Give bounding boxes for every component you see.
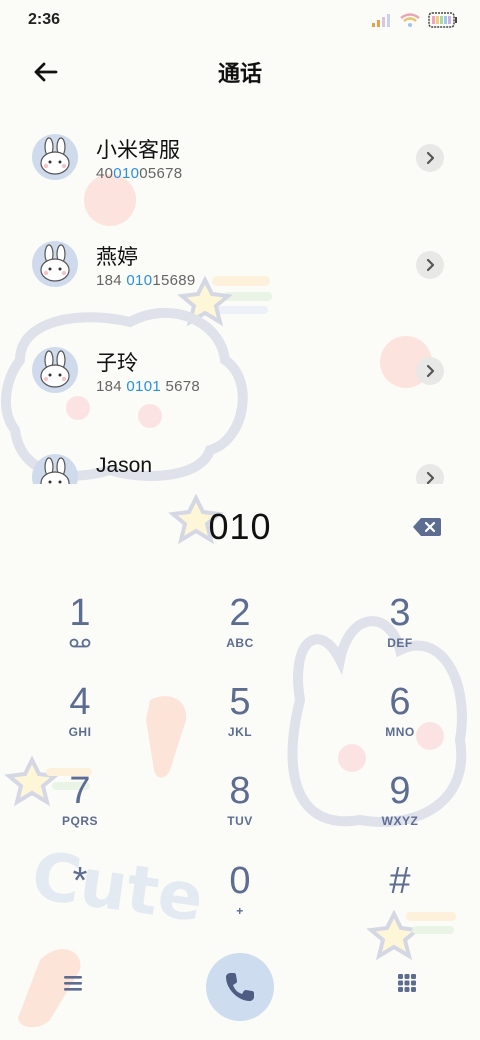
key-digit: 3	[389, 592, 411, 634]
key-letters: DEF	[387, 636, 413, 650]
key-5[interactable]: 5 JKL	[180, 681, 300, 761]
status-bar: 2:36	[0, 0, 480, 40]
contact-list[interactable]: 小米客服 4001005678 燕婷 184 01015689 子玲 184 0…	[0, 104, 480, 484]
header: 通话	[0, 40, 480, 104]
key-digit: *	[72, 860, 88, 902]
status-time: 2:36	[28, 11, 61, 28]
battery-icon	[428, 12, 457, 28]
bunny-avatar-icon	[40, 457, 70, 484]
contact-number: 4001005678	[96, 165, 183, 182]
status-icons	[372, 12, 458, 28]
contact-number: 184 01015689	[96, 272, 196, 289]
key-digit: 2	[229, 592, 251, 634]
contact-item[interactable]: Jason	[0, 424, 480, 484]
key-letters: +	[236, 904, 244, 918]
phone-icon	[226, 973, 254, 1001]
key-7[interactable]: 7 PQRS	[20, 770, 140, 850]
contact-item[interactable]: 子玲 184 0101 5678	[0, 317, 480, 423]
contact-detail-button[interactable]	[416, 464, 444, 484]
page-title: 通话	[217, 61, 262, 86]
dialed-number: 010	[208, 506, 272, 547]
backspace-button[interactable]	[412, 516, 442, 538]
key-digit: 1	[69, 592, 91, 634]
dial-display: 010	[0, 490, 480, 570]
chevron-right-icon	[426, 364, 435, 378]
avatar	[32, 347, 78, 393]
key-digit: 5	[229, 681, 251, 723]
contact-name: Jason	[96, 454, 153, 477]
chevron-right-icon	[426, 471, 435, 484]
wifi-icon	[400, 13, 420, 27]
avatar	[32, 241, 78, 287]
contact-number: 184 0101 5678	[96, 378, 201, 395]
contact-name: 小米客服	[96, 139, 180, 162]
chevron-right-icon	[426, 258, 435, 272]
key-letters: PQRS	[61, 814, 98, 828]
avatar	[32, 134, 78, 180]
chevron-right-icon	[426, 151, 435, 165]
signal-icon	[372, 14, 390, 27]
key-digit: #	[389, 860, 411, 902]
key-letters: MNO	[385, 725, 415, 739]
key-digit: 4	[69, 681, 91, 723]
key-letters: TUV	[227, 814, 253, 828]
key-letters: JKL	[227, 725, 253, 739]
key-letters: WXYZ	[381, 814, 419, 828]
key-digit: 8	[229, 770, 251, 812]
key-letters: ABC	[226, 636, 254, 650]
key-3[interactable]: 3 DEF	[340, 592, 460, 672]
key-digit: 9	[389, 770, 411, 812]
key-4[interactable]: 4 GHI	[20, 681, 140, 761]
key-hash[interactable]: #	[340, 860, 460, 940]
bottom-bar	[0, 950, 480, 1021]
contact-name: 燕婷	[96, 246, 138, 269]
key-digit: 6	[389, 681, 411, 723]
contact-item[interactable]: 燕婷 184 01015689	[0, 211, 480, 317]
menu-button[interactable]	[60, 970, 86, 996]
key-1[interactable]: 1	[20, 592, 140, 672]
dialpad-toggle-button[interactable]	[394, 970, 420, 996]
contact-item[interactable]: 小米客服 4001005678	[0, 104, 480, 210]
hamburger-menu-icon	[64, 976, 82, 991]
call-button[interactable]	[206, 953, 274, 1021]
key-9[interactable]: 9 WXYZ	[340, 770, 460, 850]
backspace-icon	[413, 518, 441, 536]
voicemail-icon	[69, 638, 91, 648]
key-digit: 0	[229, 860, 251, 902]
key-star[interactable]: *	[20, 860, 140, 940]
key-letters: GHI	[68, 725, 92, 739]
key-8[interactable]: 8 TUV	[180, 770, 300, 850]
bunny-avatar-icon	[40, 137, 70, 175]
contact-detail-button[interactable]	[416, 251, 444, 279]
key-2[interactable]: 2 ABC	[180, 592, 300, 672]
contact-name: 子玲	[96, 352, 138, 375]
bunny-avatar-icon	[40, 350, 70, 388]
contact-detail-button[interactable]	[416, 357, 444, 385]
avatar	[32, 454, 78, 484]
bunny-avatar-icon	[40, 244, 70, 282]
key-6[interactable]: 6 MNO	[340, 681, 460, 761]
dialpad-icon	[398, 974, 416, 992]
keypad: 1 2 ABC 3 DEF 4 GHI 5 JKL 6 MNO 7 PQRS 8…	[0, 580, 480, 940]
key-0[interactable]: 0 +	[180, 860, 300, 940]
key-digit: 7	[69, 770, 91, 812]
contact-detail-button[interactable]	[416, 144, 444, 172]
